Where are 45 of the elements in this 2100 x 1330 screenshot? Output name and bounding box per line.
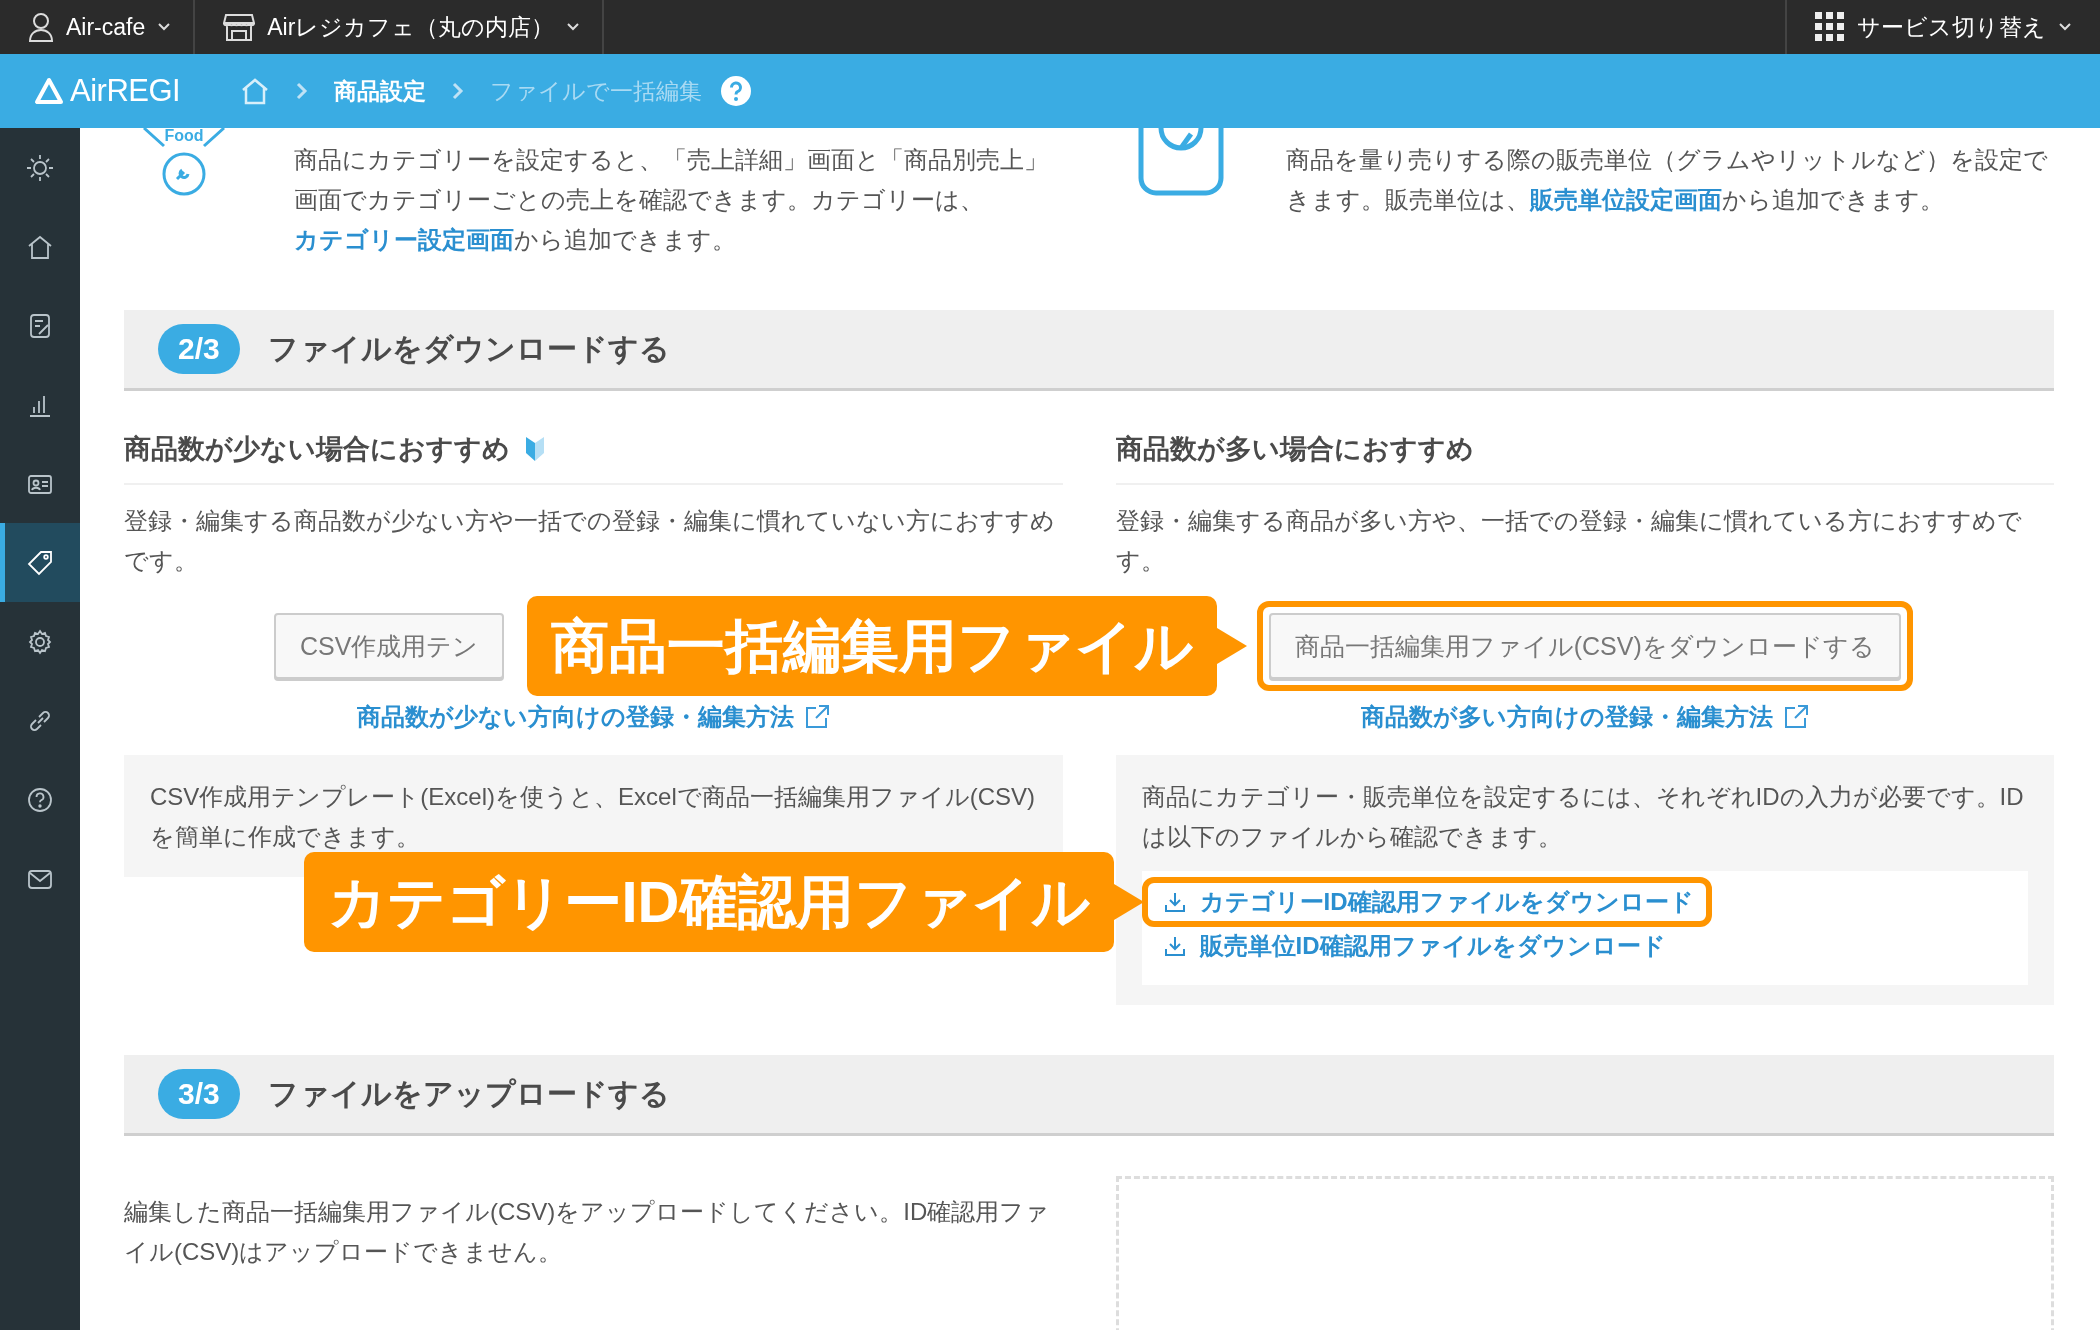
download-link[interactable]: カテゴリーID確認用ファイルをダウンロード <box>1163 885 1694 919</box>
user-icon <box>28 12 54 42</box>
step-badge: 3/3 <box>158 1069 240 1119</box>
triangle-logo-icon <box>34 77 64 105</box>
intro-text: 商品にカテゴリーを設定すると、「売上詳細」画面と「商品別売上」画面でカテゴリーごとの売上を確認できます。カテゴリーは、 カテゴリー設定画面から追加できます。 <box>294 145 1049 255</box>
column-description: 登録・編集する商品数が少ない方や一括での登録・編集に慣れていない方におすすめです。 <box>124 506 1056 576</box>
app-logo: AirREGI <box>70 73 181 109</box>
callout-label: 商品一括編集用ファイル <box>526 596 1247 696</box>
step-badge: 2/3 <box>158 324 240 374</box>
note-text: 商品にカテゴリー・販売単位を設定するには、それぞれIDの入力が必要です。IDは以下のファイルから確認できます。 <box>1141 782 2025 852</box>
guide-link[interactable]: 商品数が多い方向けの登録・編集方法 <box>1360 701 1809 733</box>
caret-icon <box>2058 22 2072 32</box>
callout-label: カテゴリーID確認用ファイル <box>303 852 1144 952</box>
grid-icon <box>1815 12 1845 42</box>
tag-icon <box>26 548 54 577</box>
settings-link[interactable]: カテゴリー設定画面 <box>294 226 514 253</box>
column-description: 登録・編集する商品が多い方や、一括での登録・編集に慣れている方におすすめです。 <box>1115 506 2023 576</box>
caret-icon <box>566 22 581 32</box>
gear-icon <box>26 627 54 656</box>
chevron-icon <box>296 82 309 100</box>
step-title: ファイルをダウンロードする <box>267 330 670 367</box>
download-icon <box>1163 891 1186 913</box>
pointer-arrow-icon <box>1216 628 1247 664</box>
external-link-icon <box>1782 704 1809 730</box>
upload-description: 編集した商品一括編集用ファイル(CSV)をアップロードしてください。ID確認用ファイル(CSV)はアップロードできません。 <box>124 1197 1051 1267</box>
download-icon <box>1163 935 1186 957</box>
step-title: ファイルをアップロードする <box>267 1075 670 1112</box>
intro-text: 商品を量り売りする際の販売単位（グラムやリットルなど）を設定できます。販売単位は、販売単位設定画面から追加できます。 <box>1285 145 2049 215</box>
column-heading: 商品数が少ない場合におすすめ <box>124 433 510 466</box>
settings-link[interactable]: 販売単位設定画面 <box>1529 186 1722 213</box>
download-button[interactable]: CSV作成用テン <box>274 613 505 679</box>
store-icon <box>223 12 256 42</box>
breadcrumb-link[interactable]: 商品設定 <box>334 75 427 107</box>
download-link[interactable]: 販売単位ID確認用ファイルをダウンロード <box>1163 929 1666 963</box>
help-icon <box>26 785 54 814</box>
note-text: CSV作成用テンプレート(Excel)を使うと、Excelで商品一括編集用ファイル(CSV)を簡単に作成できます。 <box>150 782 1037 852</box>
sun-icon <box>26 153 54 182</box>
column-heading: 商品数が多い場合におすすめ <box>1115 433 1474 466</box>
caret-icon <box>157 22 172 32</box>
sidebar-item[interactable] <box>0 523 80 602</box>
download-button[interactable]: 商品一括編集用ファイル(CSV)をダウンロードする <box>1268 613 1901 679</box>
chevron-icon <box>452 82 465 100</box>
help-icon[interactable] <box>720 75 753 107</box>
guide-link[interactable]: 商品数が少ない方向けの登録・編集方法 <box>356 701 830 733</box>
external-link-icon <box>803 704 830 730</box>
